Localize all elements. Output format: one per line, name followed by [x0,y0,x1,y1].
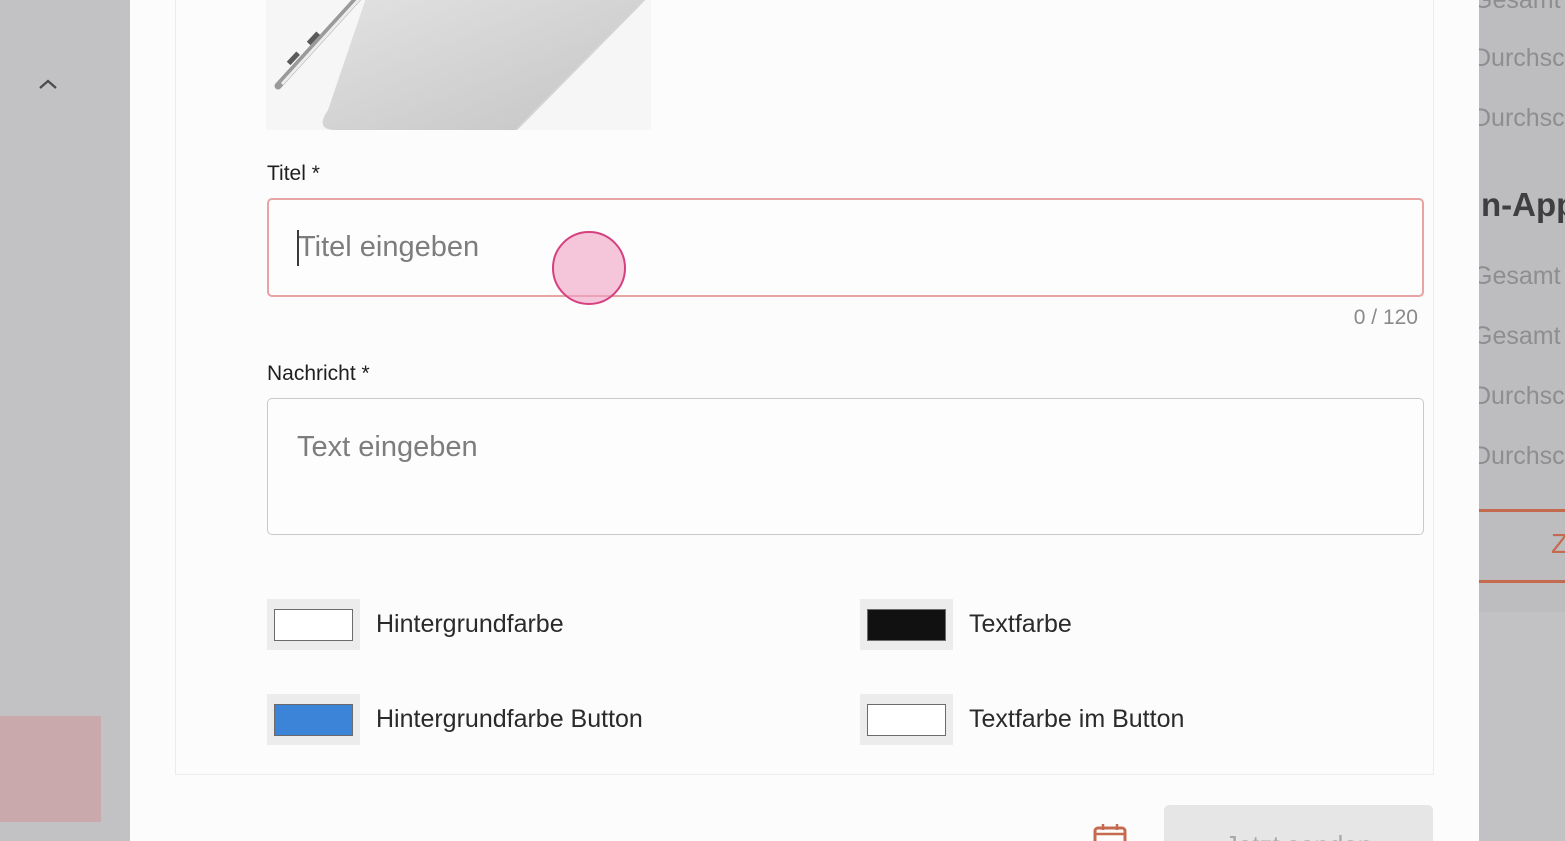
phone-preview-image [266,0,651,130]
title-char-counter: 0 / 120 [1353,306,1418,329]
notification-modal: Titel * 0 / 120 Nachricht * Hintergrundf… [130,0,1479,841]
text-caret [297,230,299,266]
stat-label: Durchsc [1479,44,1565,72]
section-heading: n-App [1481,186,1565,223]
background-color-swatch-button[interactable] [267,599,360,650]
button-background-color-swatch [274,703,353,736]
background-outline-button-label: Z [1551,528,1565,559]
button-background-color-swatch-button[interactable] [267,694,360,745]
button-background-color-picker: Hintergrundfarbe Button [267,694,643,745]
stat-label: Gesamt [1479,262,1561,290]
button-background-color-label: Hintergrundfarbe Button [376,705,643,733]
background-color-label: Hintergrundfarbe [376,610,564,638]
background-color-picker: Hintergrundfarbe [267,599,564,650]
chevron-up-icon[interactable] [36,72,60,96]
button-text-color-swatch [867,703,946,736]
stat-label: Durchsc [1479,104,1565,132]
text-color-swatch [867,608,946,641]
stat-label: Gesamt [1479,322,1561,350]
title-input[interactable] [267,198,1424,297]
title-label: Titel * [267,162,320,185]
stat-label: Durchsc [1479,382,1565,410]
text-color-picker: Textfarbe [860,599,1072,650]
message-input[interactable] [267,398,1424,535]
background-outline-button[interactable]: Z [1479,509,1565,583]
button-text-color-picker: Textfarbe im Button [860,694,1184,745]
send-now-button[interactable]: Jetzt senden [1164,805,1433,841]
background-stats-panel: Gesamt Durchsc Durchsc n-App Gesamt Gesa… [1479,0,1565,841]
button-text-color-swatch-button[interactable] [860,694,953,745]
button-text-color-label: Textfarbe im Button [969,705,1185,733]
background-sidebar [0,0,130,841]
background-color-swatch [274,608,353,641]
notification-form-card: Titel * 0 / 120 Nachricht * Hintergrundf… [175,0,1434,775]
background-highlight-block [0,716,101,822]
text-color-label: Textfarbe [969,610,1072,638]
calendar-icon[interactable] [1093,824,1127,841]
text-color-swatch-button[interactable] [860,599,953,650]
stat-label: Gesamt [1479,0,1561,14]
stat-label: Durchsc [1479,442,1565,470]
message-label: Nachricht * [267,362,370,385]
